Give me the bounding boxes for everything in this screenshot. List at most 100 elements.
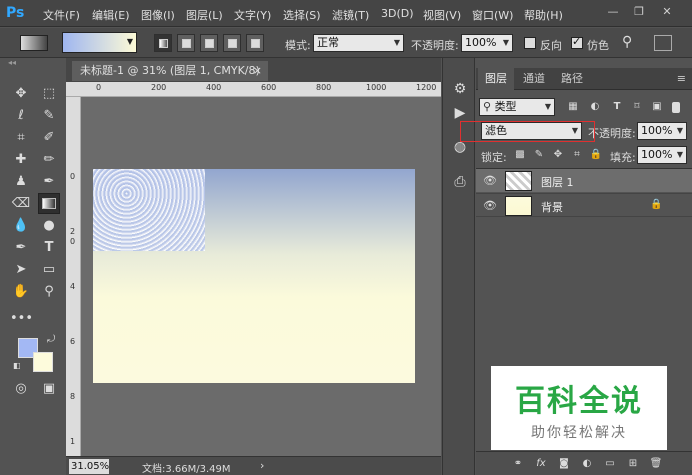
reverse-checkbox[interactable] xyxy=(524,37,536,49)
tab-layers[interactable]: 图层 xyxy=(478,68,514,90)
tab-paths[interactable]: 路径 xyxy=(554,68,590,90)
swap-colors-icon[interactable]: ⤾ xyxy=(47,334,55,345)
document-tab[interactable]: 未标题-1 @ 31% (图层 1, CMYK/8) * × xyxy=(72,61,268,97)
brush-tool-icon[interactable]: ✏ xyxy=(38,149,60,170)
gradient-tool-icon[interactable] xyxy=(38,193,60,214)
shape-filter-icon[interactable]: ⌑ xyxy=(630,100,644,114)
clone-stamp-tool-icon[interactable]: ♟ xyxy=(10,171,32,192)
restore-icon[interactable]: ❐ xyxy=(630,4,648,20)
menu-file[interactable]: 文件(F) xyxy=(43,7,80,23)
screen-mode-icon[interactable]: ▣ xyxy=(38,378,60,399)
layers-panel-footer: ⚭ fx ◙ ◐ ▭ ⊞ 🗑 xyxy=(476,451,692,475)
add-mask-icon[interactable]: ◙ xyxy=(557,457,571,471)
quick-mask-icon[interactable]: ◎ xyxy=(10,378,32,399)
collapse-icon[interactable]: ◂◂ xyxy=(8,58,16,67)
diamond-gradient-button[interactable] xyxy=(246,34,264,52)
adjustment-layer-icon[interactable]: ◐ xyxy=(580,457,594,471)
document-canvas[interactable] xyxy=(93,169,415,383)
pixel-filter-icon[interactable]: ▦ xyxy=(566,100,580,114)
background-color-swatch[interactable] xyxy=(33,352,53,372)
photoshop-logo: Ps xyxy=(6,5,25,21)
minimize-icon[interactable]: — xyxy=(604,4,622,20)
delete-layer-icon[interactable]: 🗑 xyxy=(649,457,663,471)
lock-image-icon[interactable]: ✎ xyxy=(532,148,546,162)
move-tool-icon[interactable]: ✥ xyxy=(10,83,32,104)
path-select-tool-icon[interactable]: ➤ xyxy=(10,259,32,280)
eraser-tool-icon[interactable]: ⌫ xyxy=(10,193,32,214)
rectangle-tool-icon[interactable]: ▭ xyxy=(38,259,60,280)
dither-checkbox[interactable] xyxy=(571,35,583,49)
menu-view[interactable]: 视图(V) xyxy=(423,7,461,23)
menu-type[interactable]: 文字(Y) xyxy=(234,7,271,23)
layer-row[interactable]: 👁 背景 🔒 xyxy=(476,193,692,217)
link-layers-icon[interactable]: ⚭ xyxy=(511,457,525,471)
new-layer-icon[interactable]: ⊞ xyxy=(626,457,640,471)
menu-edit[interactable]: 编辑(E) xyxy=(92,7,130,23)
gradient-tool-preset-icon[interactable] xyxy=(20,35,48,51)
layer-row[interactable]: 👁 图层 1 xyxy=(476,168,692,192)
visibility-eye-icon[interactable]: 👁 xyxy=(483,174,497,188)
lock-artboard-icon[interactable]: ⌗ xyxy=(570,148,584,162)
menu-filter[interactable]: 滤镜(T) xyxy=(332,7,369,23)
radial-gradient-button[interactable] xyxy=(177,34,195,52)
new-group-icon[interactable]: ▭ xyxy=(603,457,617,471)
actions-play-icon[interactable]: ▶ xyxy=(451,104,469,122)
fx-icon[interactable]: fx xyxy=(534,457,548,471)
hand-tool-icon[interactable]: ✋ xyxy=(10,281,32,302)
tab-channels[interactable]: 通道 xyxy=(516,68,552,90)
layer-thumbnail xyxy=(505,196,532,216)
gradient-picker[interactable]: ▼ xyxy=(62,32,137,53)
smart-object-filter-icon[interactable]: ▣ xyxy=(650,100,664,114)
layer-name[interactable]: 图层 1 xyxy=(541,174,574,190)
crop-tool-icon[interactable]: ⌗ xyxy=(10,127,32,148)
linear-gradient-button[interactable] xyxy=(154,34,172,52)
character-panel-icon[interactable]: ⎙ xyxy=(451,173,469,191)
close-tab-icon[interactable]: × xyxy=(253,61,262,81)
dodge-tool-icon[interactable]: ● xyxy=(38,215,60,236)
lock-position-icon[interactable]: ✥ xyxy=(551,148,565,162)
history-brush-tool-icon[interactable]: ✒ xyxy=(38,171,60,192)
reflected-gradient-button[interactable] xyxy=(223,34,241,52)
close-icon[interactable]: ✕ xyxy=(658,4,676,20)
menu-help[interactable]: 帮助(H) xyxy=(524,7,563,23)
workspace-icon[interactable] xyxy=(654,35,672,51)
kind-select[interactable]: ⚲ 类型 ▼ xyxy=(479,98,555,116)
pen-tool-icon[interactable]: ✒ xyxy=(10,237,32,258)
adjustment-filter-icon[interactable]: ◐ xyxy=(588,100,602,114)
filter-toggle[interactable] xyxy=(672,102,680,113)
search-icon[interactable]: ⚲ xyxy=(622,34,632,50)
fill-input[interactable]: 100% ▼ xyxy=(637,146,687,164)
opacity-input[interactable]: 100% ▼ xyxy=(461,34,513,52)
menu-window[interactable]: 窗口(W) xyxy=(472,7,513,23)
visibility-eye-icon[interactable]: 👁 xyxy=(483,199,497,213)
lock-all-icon[interactable]: 🔒 xyxy=(589,148,603,162)
mode-select[interactable]: 正常 ▼ xyxy=(313,34,404,52)
menu-image[interactable]: 图像(I) xyxy=(141,7,175,23)
menu-select[interactable]: 选择(S) xyxy=(283,7,321,23)
menu-3d[interactable]: 3D(D) xyxy=(381,7,414,20)
history-panel-icon[interactable]: ⚙ xyxy=(451,80,469,98)
layer-opacity-label: 不透明度: xyxy=(588,127,636,140)
status-menu-arrow[interactable]: › xyxy=(260,459,264,472)
zoom-tool-icon[interactable]: ⚲ xyxy=(38,281,60,302)
menu-layer[interactable]: 图层(L) xyxy=(186,7,223,23)
type-tool-icon[interactable]: T xyxy=(38,237,60,258)
quick-select-tool-icon[interactable]: ✎ xyxy=(38,105,60,126)
default-colors-icon[interactable]: ◧ xyxy=(13,361,21,370)
healing-brush-tool-icon[interactable]: ✚ xyxy=(10,149,32,170)
zoom-field[interactable]: 31.05% xyxy=(69,459,109,474)
eyedropper-tool-icon[interactable]: ✐ xyxy=(38,127,60,148)
type-filter-icon[interactable]: T xyxy=(610,100,624,114)
angle-gradient-button[interactable] xyxy=(200,34,218,52)
layer-opacity-input[interactable]: 100% ▼ xyxy=(637,122,687,140)
mode-value: 正常 xyxy=(317,36,339,49)
panel-menu-icon[interactable]: ≡ xyxy=(677,72,686,85)
chevron-down-icon: ▼ xyxy=(544,102,551,111)
lock-transparent-icon[interactable]: ▩ xyxy=(513,148,527,162)
marquee-tool-icon[interactable]: ⬚ xyxy=(38,83,60,104)
blur-tool-icon[interactable]: 💧 xyxy=(10,215,32,236)
more-tools-icon[interactable]: ••• xyxy=(10,308,33,329)
chevron-down-icon: ▼ xyxy=(676,150,683,159)
layer-name[interactable]: 背景 xyxy=(541,199,563,215)
lasso-tool-icon[interactable]: ℓ xyxy=(10,105,32,126)
